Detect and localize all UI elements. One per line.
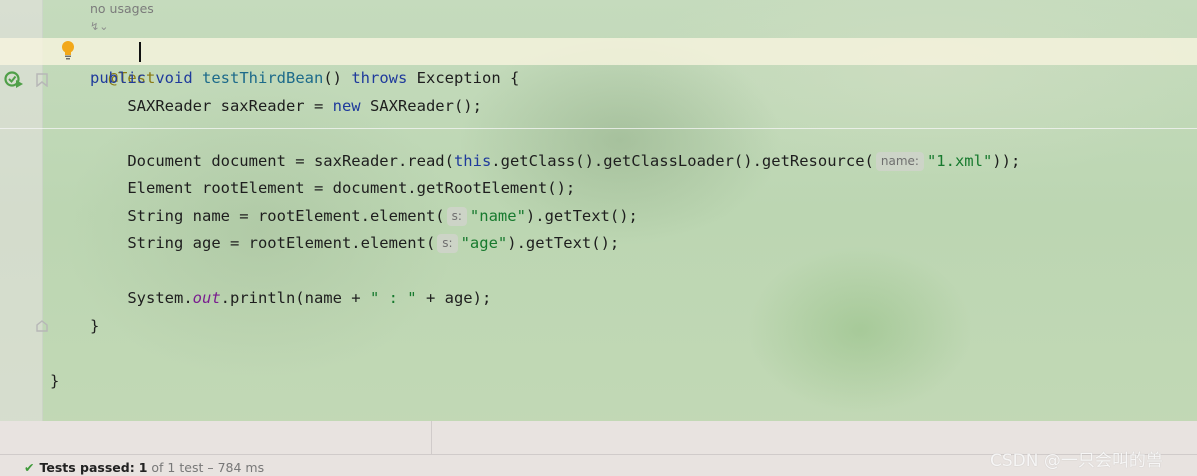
code-text: Document document = saxReader.read(	[90, 152, 454, 170]
keyword-this: this	[453, 152, 492, 170]
closing-brace: }	[50, 372, 60, 390]
tests-passed-count: 1	[138, 460, 148, 475]
code-line-saxreader[interactable]: SAXReader saxReader = new SAXReader();	[90, 93, 482, 120]
code-line-document[interactable]: Document document = saxReader.read(this.…	[90, 148, 1020, 175]
run-test-icon[interactable]	[4, 71, 24, 89]
string-literal: "1.xml"	[926, 152, 993, 170]
code-line-name[interactable]: String name = rootElement.element(s: "nam…	[90, 203, 638, 230]
keyword-throws: throws	[351, 69, 408, 87]
code-text: .getClass().getClassLoader().getResource…	[491, 152, 874, 170]
test-duration: – 784 ms	[207, 460, 265, 475]
exception-clause: Exception {	[407, 69, 520, 87]
string-literal: "name"	[469, 207, 526, 225]
code-line-method-signature[interactable]: public void testThirdBean() throws Excep…	[90, 65, 519, 92]
keyword-public: public	[90, 69, 146, 87]
code-text: ).getText();	[525, 207, 638, 225]
bookmark-icon[interactable]	[36, 73, 48, 87]
code-text: Element rootElement = document.getRootEl…	[90, 179, 576, 197]
panel-divider	[431, 421, 432, 454]
code-text: ));	[992, 152, 1021, 170]
code-vision-icon[interactable]: ↯⌄	[90, 20, 108, 33]
code-text: + age);	[416, 289, 492, 307]
code-line-age[interactable]: String age = rootElement.element(s: "age"…	[90, 230, 619, 257]
watermark: CSDN @一只会叫的兽	[990, 451, 1163, 471]
text-caret	[139, 42, 141, 62]
string-literal: " : "	[369, 289, 417, 307]
keyword-new: new	[332, 97, 361, 115]
code-text: SAXReader saxReader =	[90, 97, 333, 115]
code-line-println[interactable]: System.out.println(name + " : " + age);	[90, 285, 491, 312]
code-text: SAXReader();	[360, 97, 482, 115]
check-icon: ✔	[24, 460, 35, 475]
code-text: System.	[90, 289, 193, 307]
parameter-hint: name:	[875, 152, 924, 171]
parameter-hint: s:	[446, 207, 467, 226]
static-field-out: out	[192, 289, 221, 307]
parameter-hint: s:	[437, 234, 458, 253]
code-text: String age = rootElement.element(	[90, 234, 436, 252]
tests-total: of 1 test	[151, 460, 204, 475]
code-text: ).getText();	[507, 234, 620, 252]
code-text: .println(name +	[220, 289, 370, 307]
code-line-class-close[interactable]: }	[50, 368, 59, 395]
string-literal: "age"	[460, 234, 508, 252]
usages-hint[interactable]: no usages	[90, 1, 154, 16]
test-status: ✔ Tests passed: 1 of 1 test – 784 ms	[24, 460, 264, 475]
line-separator	[0, 128, 1197, 129]
code-line-root-element[interactable]: Element rootElement = document.getRootEl…	[90, 175, 575, 202]
method-params: ()	[323, 69, 352, 87]
keyword-void: void	[155, 69, 193, 87]
closing-brace: }	[90, 317, 100, 335]
code-line-method-close[interactable]: }	[90, 313, 99, 340]
code-line-annotation[interactable]: @Test	[90, 38, 156, 87]
tests-passed-label: Tests passed:	[39, 460, 135, 475]
current-line-highlight	[0, 38, 1197, 65]
lightbulb-icon[interactable]	[60, 40, 76, 60]
method-name: testThirdBean	[202, 69, 324, 87]
fold-icon[interactable]	[36, 320, 48, 332]
code-text: String name = rootElement.element(	[90, 207, 445, 225]
